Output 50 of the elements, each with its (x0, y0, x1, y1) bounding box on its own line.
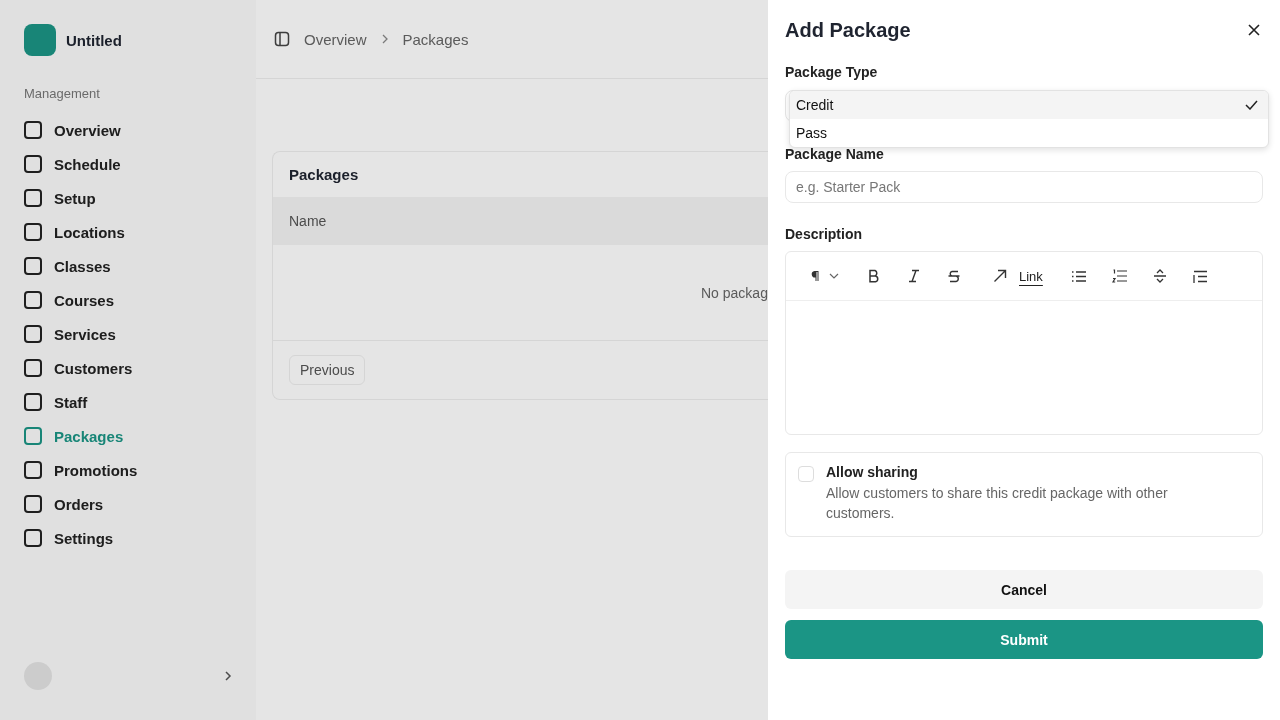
field-label: Package Type (785, 64, 879, 82)
empty-message: No packag (701, 284, 768, 301)
option-title: Allow sharing (826, 464, 919, 480)
breadcrumb-link[interactable]: Overview (304, 30, 367, 48)
sidebar-item[interactable]: Staff (24, 385, 232, 419)
bullet-list-icon[interactable] (1070, 269, 1086, 283)
sidebar-item[interactable]: Schedule (24, 147, 232, 181)
check-icon (1245, 100, 1258, 110)
close-icon[interactable] (1248, 24, 1260, 36)
sidebar-item[interactable]: Overview (24, 113, 232, 147)
logo-icon (24, 24, 56, 56)
caret-icon[interactable] (829, 273, 839, 279)
card-title: Packages (288, 165, 360, 185)
strikethrough-icon[interactable] (947, 269, 961, 283)
submit-button[interactable]: Submit (785, 620, 1263, 659)
sidebar-item[interactable]: Classes (24, 249, 232, 283)
rich-text-editor[interactable]: Link (785, 251, 1263, 435)
sidebar-item[interactable]: Locations (24, 215, 232, 249)
sidebar-item[interactable]: Setup (24, 181, 232, 215)
column-header: Name (289, 213, 327, 229)
sidebar-item[interactable]: Orders (24, 487, 232, 521)
checkbox[interactable] (798, 466, 814, 482)
section-label: Management (24, 86, 101, 101)
italic-icon[interactable] (907, 269, 921, 283)
previous-button[interactable]: Previous (289, 355, 366, 385)
arrow-icon[interactable] (993, 269, 1007, 283)
option-description: Allow customers to share this credit package with other customers. (826, 484, 1169, 523)
app-name: Untitled (66, 31, 122, 49)
dropdown-option[interactable]: Pass (790, 119, 1268, 147)
paragraph-icon[interactable] (811, 271, 819, 281)
field-label: Package Name (785, 146, 885, 164)
breadcrumb-current: Packages (402, 30, 469, 48)
bold-icon[interactable] (867, 269, 881, 283)
chevron-icon (380, 34, 389, 44)
horizontal-rule-icon[interactable] (1152, 269, 1167, 283)
sidebar-item[interactable]: Services (24, 317, 232, 351)
chevron-icon[interactable] (224, 670, 232, 682)
sidebar-item[interactable]: Settings (24, 521, 232, 555)
sidebar-item[interactable]: Customers (24, 351, 232, 385)
sidebar-item[interactable]: Promotions (24, 453, 232, 487)
cancel-button[interactable]: Cancel (785, 570, 1263, 609)
sidebar-item[interactable]: Courses (24, 283, 232, 317)
sidebar-toggle-icon[interactable] (274, 31, 290, 47)
dropdown-option[interactable]: Credit (790, 91, 1268, 119)
link-button[interactable]: Link (1019, 268, 1043, 284)
numbered-list-icon[interactable] (1111, 269, 1127, 283)
field-label: Description (785, 226, 863, 244)
name-input[interactable]: e.g. Starter Pack (785, 171, 1263, 203)
indent-icon[interactable] (1192, 269, 1208, 283)
drawer-title: Add Package (785, 18, 911, 42)
